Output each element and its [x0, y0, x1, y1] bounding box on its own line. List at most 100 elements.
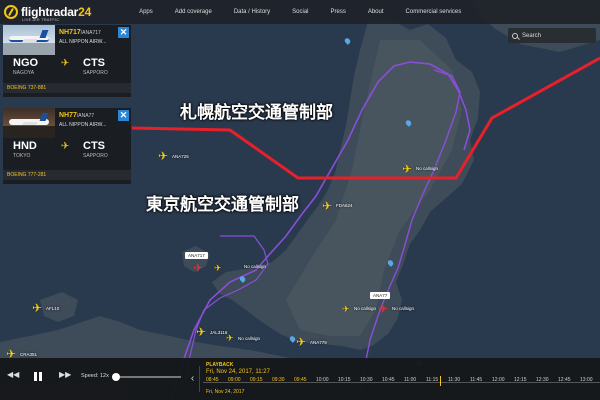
timeline-tick-label: 12:45 [558, 377, 571, 383]
nav-add-coverage[interactable]: Add coverage [175, 9, 212, 15]
timeline-tick-label: 09:30 [272, 377, 285, 383]
timeline-tick-label: 09:00 [228, 377, 241, 383]
timeline-tick-label: 13:00 [580, 377, 593, 383]
aircraft-photo [3, 25, 55, 55]
flightradar24-logo[interactable]: flightradar24 LIVE AIR TRAFFIC [4, 5, 92, 22]
playback-label: PLAYBACK [206, 362, 234, 368]
flight-label-ana725: ANA725 [172, 154, 189, 159]
search-icon [512, 32, 518, 39]
destination-code: CTS [83, 57, 105, 69]
timeline-date: Fri, Nov 24, 2017 [206, 389, 245, 395]
aircraft-icon[interactable]: ✈ [196, 326, 206, 338]
origin-code: NGO [13, 57, 39, 69]
destination-city: SAPPORO [83, 153, 108, 159]
timeline-tick-label: 10:30 [360, 377, 373, 383]
flight-label: No callsign [416, 166, 439, 171]
radar-logo-icon [4, 5, 18, 19]
selected-aircraft-icon[interactable]: ✈ [378, 303, 388, 315]
flight-number: NH717/ANA717 [59, 29, 101, 36]
timeline-playhead[interactable] [440, 376, 441, 386]
nav-data-history[interactable]: Data / History [234, 9, 270, 15]
route-info: HND TOKYO ✈ CTS SAPPORO [3, 140, 131, 160]
flight-label-jal3116: JAL3116 [210, 330, 228, 335]
playback-bar: ◀◀ ▶▶ Speed: 12x ‹ PLAYBACK Fri, Nov 24,… [0, 358, 600, 400]
timeline-tick-label: 08:45 [206, 377, 219, 383]
flight-card-nh717[interactable]: ✕ NH717/ANA717 ALL NIPPON AIRW... NGO NA… [3, 25, 131, 97]
region-label-sapporo: 札幌航空交通管制部 [180, 103, 333, 123]
flight-label: No callsign [238, 336, 261, 341]
origin-city: NAGOYA [13, 70, 35, 76]
flight-label-fda624: FDA624 [336, 203, 353, 208]
timeline-tick-label: 09:15 [250, 377, 263, 383]
flight-code: NH717 [59, 29, 81, 36]
pause-icon[interactable] [32, 370, 44, 384]
aircraft-icon[interactable]: ✈ [296, 336, 306, 348]
route-info: NGO NAGOYA ✈ CTS SAPPORO [3, 57, 131, 77]
flight-label: No callsign [244, 264, 267, 269]
aircraft-type: BOEING 777-281 [3, 170, 131, 180]
search-box[interactable]: Search [508, 28, 596, 43]
flight-tag-ana77[interactable]: ANA77 [370, 292, 391, 299]
flight-label-ana779: ANA779 [310, 340, 327, 345]
timeline-tick-label: 11:15 [426, 377, 439, 383]
timeline-tick-label: 11:45 [470, 377, 483, 383]
close-icon[interactable]: ✕ [118, 27, 129, 38]
rewind-icon[interactable]: ◀◀ [7, 370, 19, 379]
timeline-tick-label: 10:15 [338, 377, 351, 383]
flight-code: NH77 [59, 112, 77, 119]
flight-tag-ana717[interactable]: ANA717 [185, 252, 208, 259]
aircraft-icon[interactable]: ✈ [226, 332, 234, 344]
aircraft-icon[interactable]: ✈ [214, 262, 222, 274]
speed-slider[interactable] [113, 376, 181, 378]
destination-city: SAPPORO [83, 70, 108, 76]
timeline-tick-label: 11:30 [448, 377, 461, 383]
destination-code: CTS [83, 140, 105, 152]
flight-label-afl10: AFL10 [46, 306, 60, 311]
airline-name: ALL NIPPON AIRW... [59, 39, 107, 45]
region-label-tokyo: 東京航空交通管制部 [146, 195, 299, 215]
search-label: Search [522, 32, 542, 39]
aircraft-icon[interactable]: ✈ [322, 200, 332, 212]
top-navigation-bar: flightradar24 LIVE AIR TRAFFIC Apps Add … [0, 0, 600, 24]
flight-card-nh77[interactable]: ✕ NH77/ANA77 ALL NIPPON AIRW... HND TOKY… [3, 108, 131, 184]
speed-label: Speed: 12x [81, 373, 109, 379]
playback-time: Fri, Nov 24, 2017, 11:27 [206, 369, 270, 375]
timeline-tick-label: 10:45 [382, 377, 395, 383]
flight-number: NH77/ANA77 [59, 112, 94, 119]
timeline-tick-label: 11:00 [404, 377, 417, 383]
selected-aircraft-icon[interactable]: ✈ [193, 262, 203, 274]
plane-icon: ✈ [61, 141, 70, 152]
plane-icon: ✈ [61, 58, 70, 69]
flight-label: No callsign [354, 306, 377, 311]
nav-press[interactable]: Press [331, 9, 346, 15]
logo-number: 24 [78, 5, 92, 19]
origin-code: HND [13, 140, 37, 152]
aircraft-icon[interactable]: ✈ [32, 302, 42, 314]
speed-slider-handle[interactable] [112, 373, 121, 381]
flight-label: No callsign [392, 306, 415, 311]
airline-name: ALL NIPPON AIRW... [59, 122, 107, 128]
timeline-tick-label: 12:15 [514, 377, 527, 383]
nav-commercial-services[interactable]: Commercial services [406, 9, 462, 15]
aircraft-type: BOEING 737-881 [3, 83, 131, 93]
timeline-tick-label: 09:45 [294, 377, 307, 383]
origin-city: TOKYO [13, 153, 31, 159]
aircraft-icon[interactable]: ✈ [342, 303, 350, 315]
fast-forward-icon[interactable]: ▶▶ [59, 370, 71, 379]
aircraft-icon[interactable]: ✈ [402, 163, 412, 175]
timeline-tick-label: 12:00 [492, 377, 505, 383]
chevron-left-icon[interactable]: ‹ [186, 366, 200, 392]
nav-social[interactable]: Social [292, 9, 308, 15]
nav-about[interactable]: About [368, 9, 384, 15]
aircraft-icon[interactable]: ✈ [158, 150, 168, 162]
flight-label-cra351: CRA351 [20, 352, 38, 357]
logo-tagline: LIVE AIR TRAFFIC [22, 17, 60, 22]
main-nav: Apps Add coverage Data / History Social … [139, 9, 483, 15]
timeline-tick-label: 10:00 [316, 377, 329, 383]
timeline-tick-label: 12:30 [536, 377, 549, 383]
timeline[interactable]: 08:45 09:00 09:15 09:30 09:45 10:00 10:15 10:30… [203, 377, 600, 385]
callsign: /ANA717 [80, 30, 101, 36]
close-icon[interactable]: ✕ [118, 110, 129, 121]
nav-apps[interactable]: Apps [139, 9, 153, 15]
aircraft-photo [3, 108, 55, 138]
